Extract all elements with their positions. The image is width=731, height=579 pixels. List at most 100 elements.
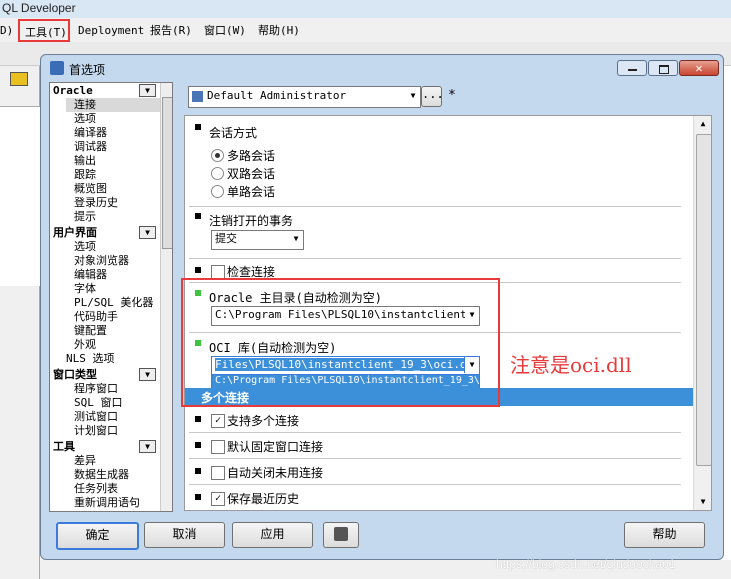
radio-single-session[interactable] [211,185,224,198]
menu-item-d[interactable]: D) [0,22,13,40]
tree-group-tools[interactable]: 工具 ▼ [53,440,157,454]
tree-item[interactable]: 提示 [74,210,96,224]
settings-scrollbar[interactable]: ▲ ▼ [693,116,711,510]
tree-item[interactable]: 数据生成器 [74,468,129,482]
save-history-checkbox[interactable]: ✓ [211,492,225,506]
close-icon: ✕ [695,61,703,75]
tree-group-oracle[interactable]: Oracle ▼ [53,84,157,98]
app-title-bar: QL Developer [0,0,731,18]
tree-group-window-type[interactable]: 窗口类型 ▼ [53,368,157,382]
section-marker [195,267,201,273]
tree-item-connection[interactable]: 连接 [66,98,160,112]
chevron-down-icon: ▼ [289,231,303,247]
support-multiple-checkbox[interactable]: ✓ [211,414,225,428]
list-panel [0,106,40,286]
chevron-down-icon: ▼ [406,87,420,105]
app-left-panel [0,66,40,579]
menu-item-deployment[interactable]: Deployment [78,22,144,40]
profile-more-button[interactable]: ... [421,86,444,107]
tree-item[interactable]: 测试窗口 [74,410,118,424]
collapse-icon[interactable]: ▼ [139,226,156,239]
apply-button[interactable]: 应用 [232,522,313,548]
help-button[interactable]: 帮助 [624,522,705,548]
collapse-icon[interactable]: ▼ [139,368,156,381]
tree-item[interactable]: 键配置 [74,324,107,338]
menu-item-tools[interactable]: 工具(T) [25,24,67,40]
scroll-up-icon[interactable]: ▲ [694,116,711,132]
collapse-icon[interactable]: ▼ [139,84,156,97]
annotation-text: 注意是oci.dll [510,353,632,377]
tree-item[interactable]: 字体 [74,282,96,296]
tree-item[interactable]: 输出 [74,154,96,168]
section-multi-row: ✓ 保存最近历史 [189,484,681,510]
tree-item[interactable]: 编译器 [74,126,107,140]
watermark: https://blog.csdn.net/qiuduochao1 [496,557,676,571]
menu-item-window[interactable]: 窗口(W) [204,22,246,40]
tree-item[interactable]: 登录历史 [74,196,118,210]
default-fixed-checkbox[interactable] [211,440,225,454]
tree-item[interactable]: 概览图 [74,182,107,196]
dialog-icon [50,61,64,75]
checkbox-label: 自动关闭未用连接 [227,466,324,480]
tree-item-nls[interactable]: NLS 选项 [66,352,115,366]
scroll-thumb[interactable] [696,134,711,466]
menu-item-report[interactable]: 报告(R) [150,22,192,40]
tree-scrollbar[interactable] [160,83,172,511]
maximize-icon [659,65,669,74]
modified-indicator: * [448,88,456,103]
section-multi-row: ✓ 支持多个连接 [189,406,681,433]
minimize-button[interactable] [617,60,647,76]
tree-item[interactable]: 计划窗口 [74,424,118,438]
tree-item[interactable]: 选项 [74,112,96,126]
section-title: 注销打开的事务 [209,214,294,228]
auto-close-checkbox[interactable] [211,466,225,480]
export-button[interactable] [323,522,359,548]
radio-label: 双路会话 [227,167,276,181]
export-icon [334,527,348,541]
radio-label: 单路会话 [227,185,276,199]
tree-item[interactable]: SQL 窗口 [74,396,123,410]
category-tree[interactable]: Oracle ▼ 连接 选项 编译器 调试器 输出 跟踪 概览图 登录历史 提示… [49,82,173,512]
tree-item[interactable]: 任务列表 [74,482,118,496]
radio-dual-session[interactable] [211,167,224,180]
section-marker [195,416,201,422]
close-button[interactable]: ✕ [679,60,719,76]
ok-button[interactable]: 确定 [56,522,139,550]
section-marker [195,124,201,130]
key-icon [10,72,28,86]
tree-item[interactable]: 编辑器 [74,268,107,282]
menu-bar: D) Deployment 报告(R) 窗口(W) 帮助(H) [0,18,731,42]
section-multi-row: 默认固定窗口连接 [189,432,681,459]
tree-item[interactable]: 跟踪 [74,168,96,182]
menu-item-help[interactable]: 帮助(H) [258,22,300,40]
section-marker [195,213,201,219]
maximize-button[interactable] [648,60,678,76]
dialog-title: 首选项 [69,63,106,77]
tools-menu-highlight[interactable]: 工具(T) [18,19,70,42]
section-marker [195,468,201,474]
tree-group-ui[interactable]: 用户界面 ▼ [53,226,157,240]
tree-item[interactable]: 选项 [74,240,96,254]
tree-item[interactable]: 外观 [74,338,96,352]
tree-item[interactable]: 对象浏览器 [74,254,129,268]
scroll-down-icon[interactable]: ▼ [694,494,711,510]
minimize-icon [628,69,637,71]
tree-item[interactable]: 重新调用语句 [74,496,140,510]
tree-item[interactable]: 差异 [74,454,96,468]
tree-item[interactable]: 程序窗口 [74,382,118,396]
scroll-thumb[interactable] [162,97,172,249]
check-connection-checkbox[interactable] [211,265,225,279]
radio-multi-session[interactable] [211,149,224,162]
commit-select[interactable]: 提交 ▼ [211,230,304,250]
annotation-box [181,278,500,407]
collapse-icon[interactable]: ▼ [139,440,156,453]
tree-item[interactable]: 调试器 [74,140,107,154]
profile-icon [192,90,203,102]
cancel-button[interactable]: 取消 [144,522,225,548]
tree-item[interactable]: 代码助手 [74,310,118,324]
section-logoff-transactions: 注销打开的事务 提交 ▼ [189,206,681,259]
checkbox-label: 默认固定窗口连接 [227,440,324,454]
profile-select[interactable]: Default Administrator ▼ [188,86,421,108]
radio-label: 多路会话 [227,149,276,163]
tree-item[interactable]: PL/SQL 美化器 [74,296,153,310]
